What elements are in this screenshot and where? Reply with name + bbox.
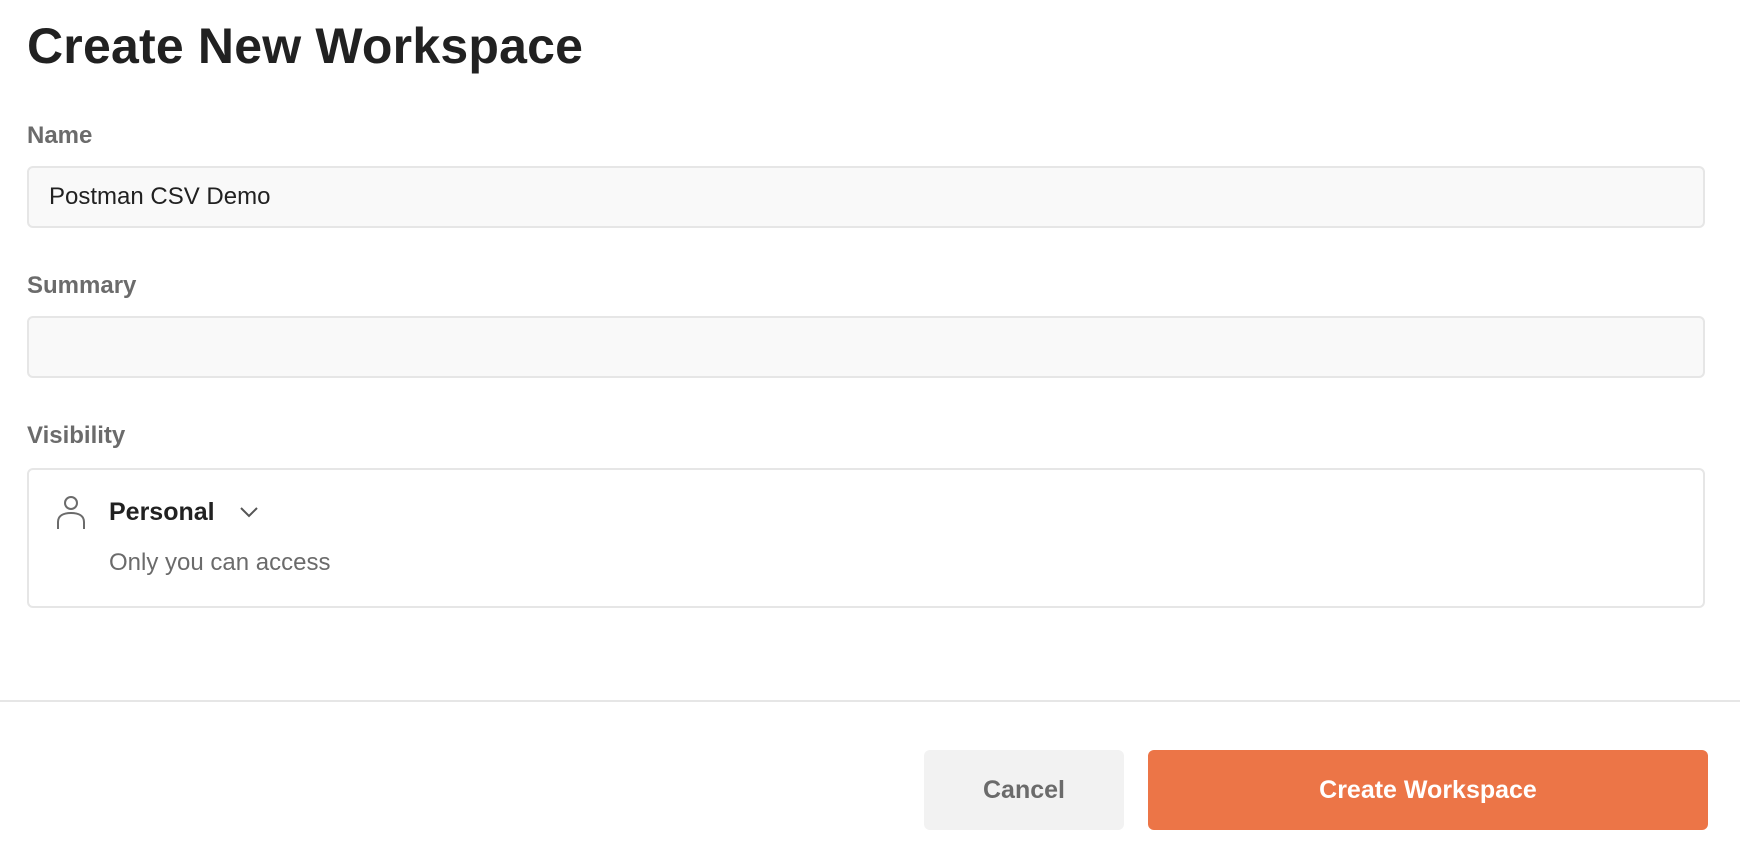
visibility-dropdown[interactable]: Personal — [109, 496, 261, 528]
chevron-down-icon — [237, 500, 261, 524]
create-workspace-dialog: Create New Workspace Name Summary Visibi… — [0, 0, 1740, 852]
person-icon — [55, 494, 87, 530]
summary-label: Summary — [27, 272, 137, 299]
footer-divider — [0, 700, 1740, 702]
visibility-description: Only you can access — [109, 549, 331, 576]
create-workspace-button[interactable]: Create Workspace — [1148, 750, 1708, 830]
name-input[interactable] — [27, 166, 1705, 228]
visibility-label: Visibility — [27, 422, 126, 449]
visibility-panel: Personal Only you can access — [27, 468, 1705, 608]
visibility-selected-value: Personal — [109, 498, 215, 526]
dialog-title: Create New Workspace — [27, 18, 584, 74]
name-label: Name — [27, 122, 93, 149]
cancel-button[interactable]: Cancel — [924, 750, 1124, 830]
summary-input[interactable] — [27, 316, 1705, 378]
